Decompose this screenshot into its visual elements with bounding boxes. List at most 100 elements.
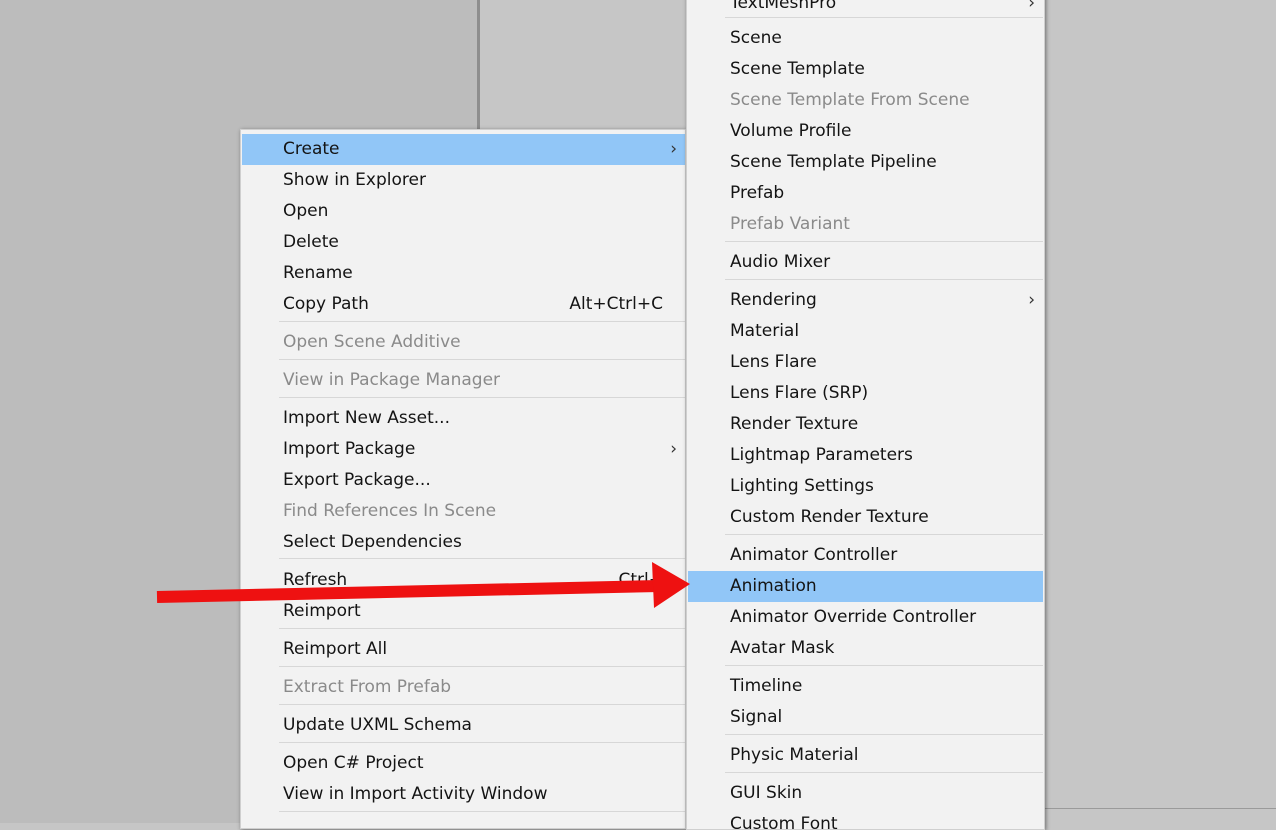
menu-item-animator-override-controller[interactable]: Animator Override Controller xyxy=(688,602,1043,633)
menu-separator xyxy=(279,742,685,743)
menu-item-lens-flare-srp[interactable]: Lens Flare (SRP) xyxy=(688,378,1043,409)
menu-item-scene-template[interactable]: Scene Template xyxy=(688,54,1043,85)
menu-item-view-in-package-manager: View in Package Manager xyxy=(242,365,685,396)
menu-item-label: Render Texture xyxy=(730,414,859,434)
menu-separator xyxy=(725,734,1043,735)
chevron-right-icon: › xyxy=(670,139,677,159)
menu-separator xyxy=(279,666,685,667)
menu-item-label: Copy Path xyxy=(283,294,369,314)
menu-separator xyxy=(725,279,1043,280)
menu-item-volume-profile[interactable]: Volume Profile xyxy=(688,116,1043,147)
menu-item-scene-template-pipeline[interactable]: Scene Template Pipeline xyxy=(688,147,1043,178)
menu-item-label: Export Package... xyxy=(283,470,431,490)
menu-item-rename[interactable]: Rename xyxy=(242,258,685,289)
menu-item-label: Timeline xyxy=(730,676,803,696)
menu-item-label: Delete xyxy=(283,232,339,252)
menu-item-label: Animator Override Controller xyxy=(730,607,977,627)
menu-item-label: Lighting Settings xyxy=(730,476,874,496)
menu-item-label: View in Import Activity Window xyxy=(283,784,548,804)
menu-item-label: Rename xyxy=(283,263,353,283)
menu-item-delete[interactable]: Delete xyxy=(242,227,685,258)
menu-item-animator-controller[interactable]: Animator Controller xyxy=(688,540,1043,571)
menu-separator xyxy=(725,17,1043,18)
menu-item-label: Prefab xyxy=(730,183,785,203)
menu-item-label: Update UXML Schema xyxy=(283,715,472,735)
menu-item-label: Physic Material xyxy=(730,745,859,765)
menu-item-label: Import New Asset... xyxy=(283,408,450,428)
menu-item-custom-font[interactable]: Custom Font xyxy=(688,809,1043,830)
menu-item-label: Show in Explorer xyxy=(283,170,426,190)
menu-item-rendering[interactable]: Rendering › xyxy=(688,285,1043,316)
menu-item-label: Volume Profile xyxy=(730,121,852,141)
menu-item-avatar-mask[interactable]: Avatar Mask xyxy=(688,633,1043,664)
menu-item-reimport[interactable]: Reimport xyxy=(242,596,685,627)
menu-item-copy-path[interactable]: Copy Path Alt+Ctrl+C xyxy=(242,289,685,320)
menu-item-show-in-explorer[interactable]: Show in Explorer xyxy=(242,165,685,196)
chevron-right-icon: › xyxy=(670,439,677,459)
menu-item-label: Import Package xyxy=(283,439,416,459)
menu-item-label: Lens Flare (SRP) xyxy=(730,383,869,403)
menu-item-label: Scene Template From Scene xyxy=(730,90,970,110)
menu-item-label: GUI Skin xyxy=(730,783,803,803)
menu-item-label: Custom Font xyxy=(730,814,838,830)
menu-item-label: Material xyxy=(730,321,800,341)
menu-item-timeline[interactable]: Timeline xyxy=(688,671,1043,702)
menu-item-label: Open C# Project xyxy=(283,753,424,773)
menu-item-label: Refresh xyxy=(283,570,348,590)
menu-separator xyxy=(725,772,1043,773)
menu-item-label: Scene xyxy=(730,28,782,48)
menu-item-refresh[interactable]: Refresh Ctrl+ xyxy=(242,565,685,596)
menu-item-label: Lens Flare xyxy=(730,352,817,372)
menu-item-prefab[interactable]: Prefab xyxy=(688,178,1043,209)
menu-item-shortcut: Alt+Ctrl+C xyxy=(569,294,663,314)
menu-item-export-package[interactable]: Export Package... xyxy=(242,465,685,496)
menu-item-label: Avatar Mask xyxy=(730,638,835,658)
menu-item-label: Reimport xyxy=(283,601,361,621)
menu-item-reimport-all[interactable]: Reimport All xyxy=(242,634,685,665)
menu-item-label: Create xyxy=(283,139,340,159)
menu-item-physic-material[interactable]: Physic Material xyxy=(688,740,1043,771)
menu-item-gui-skin[interactable]: GUI Skin xyxy=(688,778,1043,809)
menu-item-label: Animation xyxy=(730,576,817,596)
menu-item-label: Rendering xyxy=(730,290,817,310)
menu-item-extract-from-prefab: Extract From Prefab xyxy=(242,672,685,703)
menu-item-view-in-import-activity-window[interactable]: View in Import Activity Window xyxy=(242,779,685,810)
menu-item-open-c-project[interactable]: Open C# Project xyxy=(242,748,685,779)
menu-item-label: Animator Controller xyxy=(730,545,898,565)
menu-item-find-references-in-scene: Find References In Scene xyxy=(242,496,685,527)
menu-item-import-new-asset[interactable]: Import New Asset... xyxy=(242,403,685,434)
menu-item-label: Scene Template Pipeline xyxy=(730,152,937,172)
menu-item-label: Extract From Prefab xyxy=(283,677,452,697)
menu-item-render-texture[interactable]: Render Texture xyxy=(688,409,1043,440)
menu-item-custom-render-texture[interactable]: Custom Render Texture xyxy=(688,502,1043,533)
menu-item-update-uxml-schema[interactable]: Update UXML Schema xyxy=(242,710,685,741)
menu-item-label: Select Dependencies xyxy=(283,532,462,552)
menu-item-import-package[interactable]: Import Package › xyxy=(242,434,685,465)
menu-item-animation[interactable]: Animation xyxy=(688,571,1043,602)
menu-item-label: Custom Render Texture xyxy=(730,507,929,527)
menu-item-label: Audio Mixer xyxy=(730,252,831,272)
menu-separator xyxy=(279,359,685,360)
menu-item-material[interactable]: Material xyxy=(688,316,1043,347)
menu-item-select-dependencies[interactable]: Select Dependencies xyxy=(242,527,685,558)
menu-item-lightmap-parameters[interactable]: Lightmap Parameters xyxy=(688,440,1043,471)
menu-separator xyxy=(279,397,685,398)
menu-item-scene[interactable]: Scene xyxy=(688,23,1043,54)
menu-item-create[interactable]: Create › xyxy=(242,134,685,165)
menu-item-label: Open Scene Additive xyxy=(283,332,461,352)
menu-item-signal[interactable]: Signal xyxy=(688,702,1043,733)
panel-divider[interactable] xyxy=(477,0,480,130)
menu-separator xyxy=(279,628,685,629)
menu-item-lighting-settings[interactable]: Lighting Settings xyxy=(688,471,1043,502)
menu-separator xyxy=(279,558,685,559)
menu-item-shortcut: Ctrl+ xyxy=(618,570,664,590)
create-submenu: TextMeshPro › Scene Scene Template Scene Tem… xyxy=(686,0,1045,830)
menu-item-scene-template-from-scene: Scene Template From Scene xyxy=(688,85,1043,116)
menu-item-open-scene-additive: Open Scene Additive xyxy=(242,327,685,358)
menu-item-open[interactable]: Open xyxy=(242,196,685,227)
menu-separator xyxy=(725,241,1043,242)
menu-item-lens-flare[interactable]: Lens Flare xyxy=(688,347,1043,378)
menu-item-audio-mixer[interactable]: Audio Mixer xyxy=(688,247,1043,278)
menu-item-label: Open xyxy=(283,201,329,221)
chevron-right-icon: › xyxy=(1028,290,1035,310)
